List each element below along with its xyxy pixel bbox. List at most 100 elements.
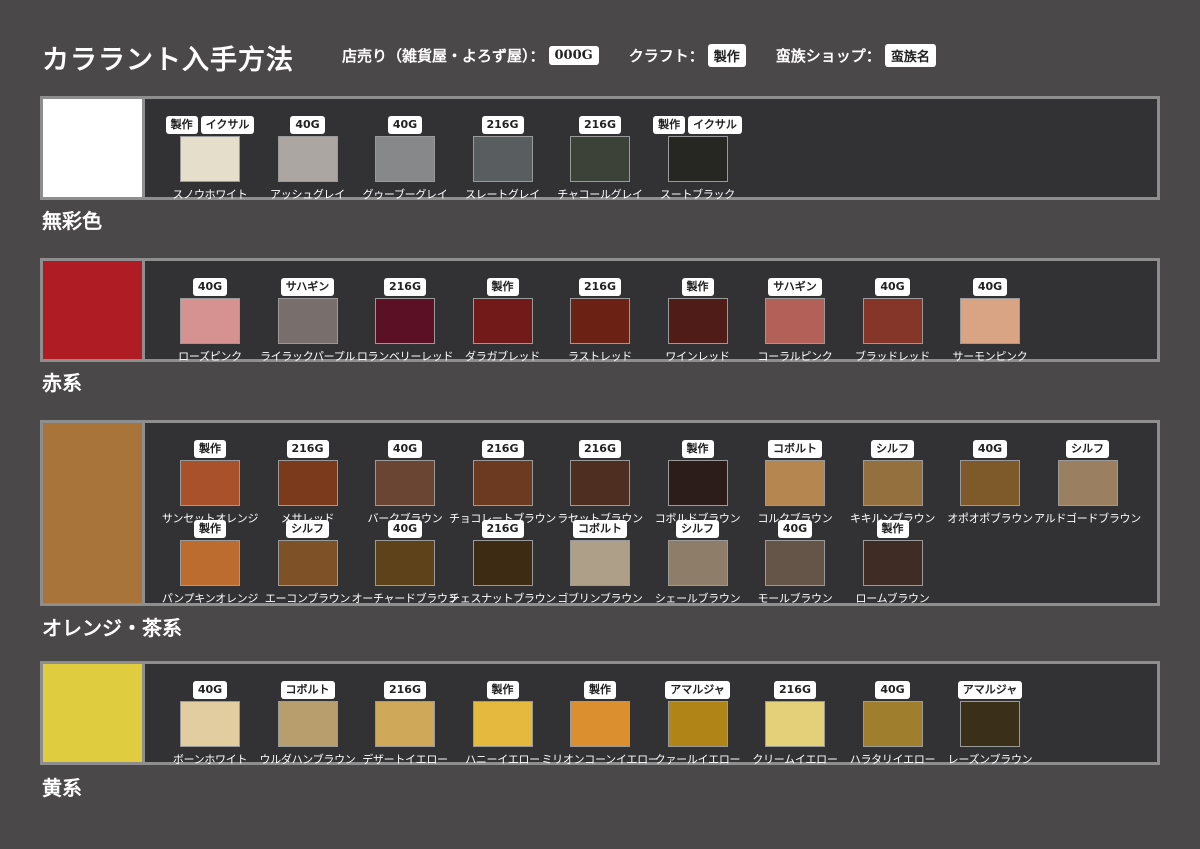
- chip-badges: アマルジャ: [945, 681, 1035, 699]
- chip-swatch: [1057, 460, 1118, 506]
- color-chip: 40G オポオポブラウン: [945, 440, 1043, 525]
- source-badge: アマルジャ: [957, 681, 1023, 699]
- chip-swatch: [180, 298, 240, 344]
- source-badge: 製作: [876, 520, 909, 538]
- chip-badges: 40G: [360, 520, 450, 538]
- chip-badges: 216G: [555, 440, 645, 458]
- color-chip: 製作 イクサル スートブラック: [653, 116, 751, 201]
- chip-badges: 40G: [848, 681, 938, 699]
- chip-name: サーモンピンク: [952, 350, 1028, 363]
- legend-tribe-badge: 蛮族名: [884, 44, 936, 67]
- chip-swatch: [960, 460, 1020, 506]
- swatch-row: 40G ボーンホワイト コボルト ウルダハンブラウン 216G デザートイエロー 製作 ハニー…: [165, 681, 1043, 766]
- chip-swatch: [765, 540, 825, 586]
- chip-badges: 40G: [165, 278, 255, 296]
- source-badge: 製作: [681, 278, 714, 296]
- chip-name: アルドゴードブラウン: [1034, 512, 1141, 525]
- chip-badges: 216G: [555, 116, 645, 134]
- chip-badges: 40G: [263, 116, 353, 134]
- source-badge: 製作: [194, 440, 226, 458]
- legend-tribe: 蛮族ショップ： 蛮族名: [776, 44, 936, 67]
- chip-badges: 40G: [945, 440, 1035, 458]
- chip-badges: 製作: [165, 440, 255, 458]
- color-chip: 製作 ワインレッド: [653, 278, 751, 363]
- source-badge: 製作: [653, 116, 686, 134]
- source-badge: コボルト: [280, 681, 335, 699]
- color-chip: 40G ハラタリイエロー: [848, 681, 946, 766]
- chip-swatch: [765, 701, 825, 747]
- source-badge: コボルト: [768, 440, 822, 458]
- source-badge: シルフ: [676, 520, 719, 538]
- color-chip: 40G モールブラウン: [750, 520, 848, 605]
- chip-swatch: [570, 136, 630, 182]
- color-chip: アマルジャ レーズンブラウン: [945, 681, 1043, 766]
- color-chip: コボルト ウルダハンブラウン: [260, 681, 361, 766]
- source-badge: サハギン: [280, 278, 335, 296]
- source-badge: 40G: [875, 681, 910, 699]
- source-badge: 216G: [481, 116, 524, 134]
- chip-badges: 製作: [458, 681, 548, 699]
- color-chip: 216G ロランベリーレッド: [357, 278, 458, 363]
- chip-swatch: [277, 298, 338, 344]
- chip-badges: シルフ: [848, 440, 938, 458]
- chip-badges: 製作: [165, 520, 255, 538]
- chip-badges: 216G: [458, 440, 548, 458]
- chip-badges: シルフ: [263, 520, 353, 538]
- chip-swatch: [667, 298, 728, 344]
- color-chip: 製作 コボルドブラウン: [653, 440, 751, 525]
- chip-badges: 製作 イクサル: [165, 116, 255, 134]
- chip-badges: 216G: [750, 681, 840, 699]
- source-badge: 40G: [192, 278, 228, 296]
- chip-badges: 216G: [458, 520, 548, 538]
- chip-swatch: [375, 701, 435, 747]
- chip-swatch: [862, 460, 923, 506]
- chip-swatch: [862, 701, 923, 747]
- chip-swatch: [180, 540, 240, 586]
- source-badge: 216G: [384, 681, 426, 699]
- source-badge: アマルジャ: [665, 681, 730, 699]
- chip-badges: 製作 イクサル: [653, 116, 743, 134]
- chip-badges: 216G: [458, 116, 548, 134]
- color-chip: サハギン コーラルピンク: [750, 278, 848, 363]
- chip-badges: コボルト: [750, 440, 840, 458]
- legend-craft-label: クラフト：: [628, 47, 704, 65]
- source-badge: 40G: [387, 520, 423, 538]
- source-badge: 製作: [165, 116, 198, 134]
- color-chip: 40G ボーンホワイト: [165, 681, 263, 766]
- chip-swatch: [277, 701, 338, 747]
- chip-swatch: [472, 136, 533, 182]
- source-badge: 40G: [192, 681, 228, 699]
- chip-swatch: [667, 540, 728, 586]
- chip-swatch: [765, 298, 825, 344]
- source-badge: 216G: [579, 116, 621, 134]
- chip-badges: コボルト: [263, 681, 353, 699]
- color-chip: 40G ローズピンク: [165, 278, 263, 363]
- chip-swatch: [375, 298, 435, 344]
- color-chip: 216G ラセットブラウン: [555, 440, 653, 525]
- color-chip: 製作 ハニーイエロー: [458, 681, 556, 766]
- source-badge: 40G: [972, 440, 1008, 458]
- chip-badges: 40G: [750, 520, 840, 538]
- chip-swatch: [180, 460, 240, 506]
- source-badge: 40G: [290, 116, 325, 134]
- source-badge: サハギン: [768, 278, 822, 296]
- source-badge: 製作: [681, 440, 714, 458]
- color-chip: 216G クリームイエロー: [750, 681, 848, 766]
- legend-craft: クラフト： 製作: [629, 44, 746, 67]
- legend-tribe-label: 蛮族ショップ：: [775, 47, 881, 65]
- chip-badges: 40G: [945, 278, 1035, 296]
- legend-craft-badge: 製作: [707, 44, 746, 67]
- chip-swatch: [472, 460, 533, 506]
- page-title: カララント入手方法: [42, 45, 294, 76]
- color-chip: 製作 イクサル スノウホワイト: [165, 116, 263, 201]
- legend: 店売り（雑貨屋・よろず屋）： 000G クラフト： 製作 蛮族ショップ： 蛮族名: [342, 44, 966, 67]
- chip-swatch: [862, 298, 923, 344]
- chip-badges: 216G: [360, 278, 450, 296]
- chip-badges: シルフ: [1043, 440, 1133, 458]
- chip-swatch: [570, 460, 630, 506]
- section-label: 無彩色: [42, 209, 102, 233]
- source-badge: 40G: [387, 440, 423, 458]
- source-badge: シルフ: [871, 440, 914, 458]
- color-chip: コボルト ゴブリンブラウン: [555, 520, 653, 605]
- source-badge: 製作: [486, 681, 519, 699]
